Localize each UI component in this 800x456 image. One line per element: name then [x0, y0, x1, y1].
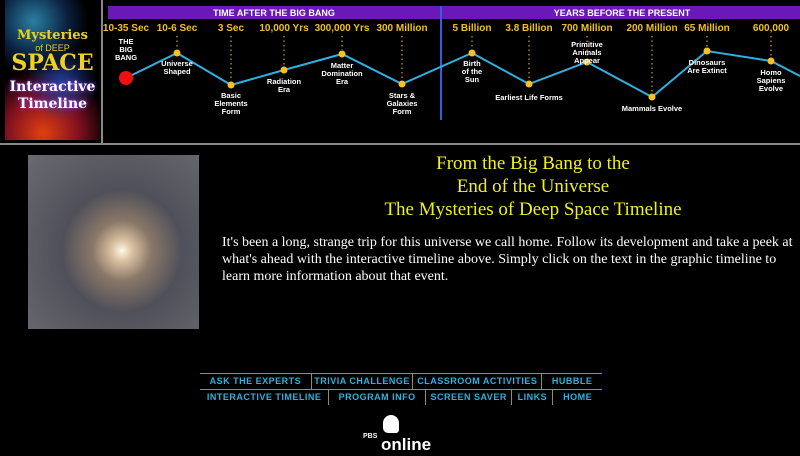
nav-bar: ASK THE EXPERTS TRIVIA CHALLENGE CLASSRO…	[200, 373, 602, 405]
nav-interactive-timeline[interactable]: INTERACTIVE TIMELINE	[200, 390, 330, 405]
page-title: From the Big Bang to the End of the Univ…	[268, 152, 798, 221]
event-time[interactable]: 600,000	[753, 23, 790, 34]
event-label[interactable]: Are Extinct	[687, 66, 727, 75]
header-left: TIME AFTER THE BIG BANG	[213, 8, 335, 18]
pbs-label: PBS	[363, 433, 378, 440]
event-dot[interactable]	[767, 57, 775, 65]
event-dot[interactable]	[648, 93, 656, 101]
event-time[interactable]: 10-35 Sec	[103, 23, 150, 34]
timeline-event[interactable]: 300,000 YrsMatterDominationEra	[315, 23, 370, 86]
event-dot[interactable]	[173, 49, 181, 57]
nav-program-info[interactable]: PROGRAM INFO	[329, 390, 426, 405]
nav-screen-saver[interactable]: SCREEN SAVER	[426, 390, 513, 405]
title-line: End of the Universe	[456, 176, 610, 197]
event-label[interactable]: Era	[336, 77, 349, 86]
event-time[interactable]: 200 Million	[626, 23, 677, 34]
nav-classroom-activities[interactable]: CLASSROOM ACTIVITIES	[413, 374, 543, 389]
event-dot[interactable]	[525, 80, 533, 88]
event-time[interactable]: 300,000 Yrs	[315, 23, 370, 34]
event-dot[interactable]	[468, 49, 476, 57]
intro-text: It's been a long, strange trip for this …	[222, 235, 793, 284]
title-line: From the Big Bang to the	[436, 153, 630, 174]
event-dot[interactable]	[398, 80, 406, 88]
era-divider	[440, 6, 442, 120]
timeline-event[interactable]: 700 MillionPrimitiveAnimalsAppear	[561, 23, 613, 66]
event-label[interactable]: Era	[278, 85, 291, 94]
nav-trivia-challenge[interactable]: TRIVIA CHALLENGE	[312, 374, 414, 389]
event-label[interactable]: Shaped	[163, 67, 191, 76]
timeline-event[interactable]: 200 Million Mammals Evolve	[622, 23, 682, 113]
event-time[interactable]: 3 Sec	[218, 23, 245, 34]
event-label[interactable]: Form	[393, 107, 412, 116]
event-label[interactable]: Evolve	[759, 84, 783, 93]
event-time[interactable]: 3.8 Billion	[505, 23, 552, 34]
timeline-event[interactable]: 10-6 SecUniverseShaped	[157, 23, 198, 76]
event-label[interactable]: Earliest Life Forms	[495, 93, 563, 102]
event-time[interactable]: 65 Million	[684, 23, 730, 34]
timeline-event[interactable]: 600,000HomoSapiensEvolve	[753, 23, 790, 93]
divider	[0, 143, 800, 145]
timeline-event[interactable]: 10-35 SecTHEBIGBANG	[103, 23, 150, 85]
timeline-event[interactable]: 3.8 Billion Earliest Life Forms	[495, 23, 563, 102]
event-dot[interactable]	[227, 81, 235, 89]
nav-links[interactable]: LINKS	[512, 390, 554, 405]
event-time[interactable]: 10,000 Yrs	[259, 23, 309, 34]
nav-hubble[interactable]: HUBBLE	[542, 374, 602, 389]
event-dot[interactable]	[703, 47, 711, 55]
event-label[interactable]: BANG	[115, 53, 137, 62]
event-dot[interactable]	[338, 50, 346, 58]
online-label: online	[381, 435, 432, 454]
header-right: YEARS BEFORE THE PRESENT	[554, 8, 691, 18]
event-label[interactable]: Appear	[574, 56, 600, 65]
pbs-heads-icon	[383, 415, 399, 433]
event-time[interactable]: 700 Million	[561, 23, 612, 34]
galaxy-image	[28, 155, 199, 329]
timeline-event[interactable]: 5 BillionBirthof theSun	[453, 23, 492, 84]
nav-ask-the-experts[interactable]: ASK THE EXPERTS	[200, 374, 312, 389]
event-label[interactable]: Mammals Evolve	[622, 104, 682, 113]
timeline-event[interactable]: 65 MillionDinosaursAre Extinct	[684, 23, 730, 75]
timeline-event[interactable]: 10,000 YrsRadiationEra	[259, 23, 309, 94]
interactive-timeline[interactable]: TIME AFTER THE BIG BANG YEARS BEFORE THE …	[0, 0, 800, 145]
title-line: The Mysteries of Deep Space Timeline	[384, 199, 682, 220]
event-label[interactable]: Form	[222, 107, 241, 116]
timeline-event[interactable]: 300 MillionStars &GalaxiesForm	[376, 23, 427, 116]
event-time[interactable]: 5 Billion	[453, 23, 492, 34]
event-label[interactable]: Sun	[465, 75, 480, 84]
event-time[interactable]: 10-6 Sec	[157, 23, 198, 34]
big-bang-dot[interactable]	[119, 71, 133, 85]
nav-home[interactable]: HOME	[553, 390, 602, 405]
timeline-event[interactable]: 3 SecBasicElementsForm	[214, 23, 247, 116]
event-time[interactable]: 300 Million	[376, 23, 427, 34]
event-dot[interactable]	[280, 66, 288, 74]
